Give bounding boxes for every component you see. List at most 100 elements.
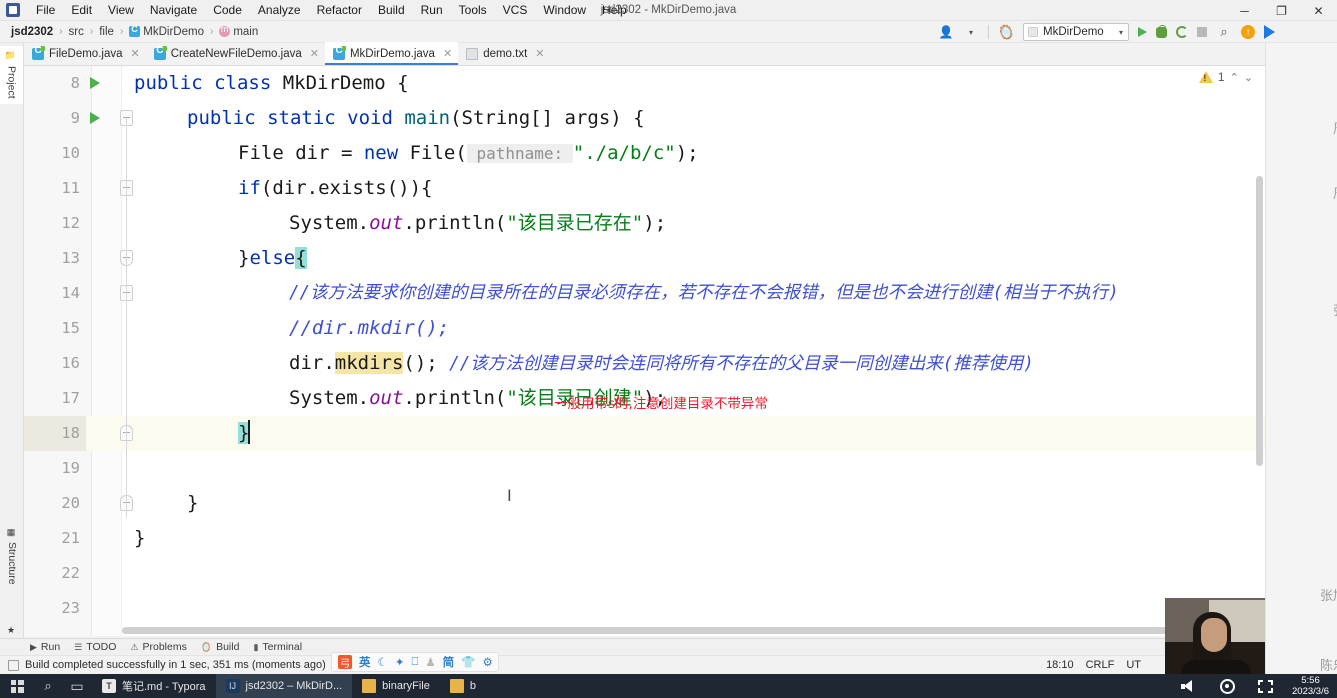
ime-mode-label[interactable]: 英	[359, 654, 371, 670]
tool-window-terminal[interactable]: ▮ Terminal	[253, 641, 302, 653]
code-line[interactable]: 20 }	[24, 486, 1265, 521]
update-project-icon[interactable]: ↑	[1241, 25, 1255, 39]
code-line[interactable]: 12 System.out.println("该目录已存在");	[24, 206, 1265, 241]
breadcrumb-item-project[interactable]: jsd2302	[8, 25, 56, 39]
menu-vcs[interactable]: VCS	[495, 1, 536, 20]
breadcrumb-item-main[interactable]: main	[216, 25, 261, 39]
breadcrumb-item-file[interactable]: file	[96, 25, 117, 39]
menu-build[interactable]: Build	[370, 1, 413, 20]
menu-edit[interactable]: Edit	[63, 1, 100, 20]
minimize-button[interactable]: ─	[1226, 0, 1263, 21]
taskbar-app-typora[interactable]: T 笔记.md - Typora	[92, 674, 216, 698]
run-gutter-icon[interactable]	[90, 112, 100, 124]
sidebar-item-structure[interactable]: ▦ Structure	[0, 523, 24, 590]
tab-createnewfiledemo[interactable]: CreateNewFileDemo.java ✕	[146, 42, 325, 65]
chevron-down-icon[interactable]: ⌄	[1244, 71, 1253, 84]
windows-start-icon[interactable]	[0, 680, 34, 693]
encoding-label[interactable]: UT	[1126, 659, 1141, 671]
menu-analyze[interactable]: Analyze	[250, 1, 309, 20]
code-line[interactable]: 8 public class MkDirDemo {	[24, 66, 1265, 101]
tool-window-todo[interactable]: ☰ TODO	[74, 641, 116, 653]
search-icon[interactable]: ⌕	[1216, 24, 1232, 40]
code-line[interactable]: 21 }	[24, 521, 1265, 556]
moon-icon[interactable]: ☾	[378, 655, 388, 669]
sogou-ime-icon[interactable]: 弓	[338, 655, 352, 669]
horizontal-scrollbar[interactable]	[122, 627, 1222, 634]
close-icon[interactable]: ✕	[131, 47, 140, 60]
maximize-button[interactable]: ❐	[1263, 0, 1300, 21]
chevron-down-icon[interactable]: ▾	[963, 24, 979, 40]
breadcrumb-item-src[interactable]: src	[66, 25, 87, 39]
menu-view[interactable]: View	[100, 1, 142, 20]
search-icon[interactable]: ⌕	[34, 678, 62, 694]
run-with-coverage-icon[interactable]	[1176, 26, 1188, 38]
code-line-current[interactable]: 18 }	[24, 416, 1265, 451]
code-editor[interactable]: 8 public class MkDirDemo { 9 public stat…	[24, 66, 1265, 636]
person-icon[interactable]: ♟	[425, 655, 435, 669]
taskbar-app-b[interactable]: b	[440, 674, 486, 698]
code-line[interactable]: 16 dir.mkdirs(); //该方法创建目录时会连同将所有不存在的父目录…	[24, 346, 1265, 381]
run-configuration-selector[interactable]: MkDirDemo ▾	[1023, 23, 1129, 41]
tool-window-build[interactable]: 🪞 Build	[201, 641, 240, 653]
ide-logo-icon[interactable]	[1264, 25, 1275, 39]
code-line[interactable]: 19	[24, 451, 1265, 486]
user-avatar-icon[interactable]: 👤	[938, 24, 954, 40]
debug-icon[interactable]	[1156, 27, 1167, 38]
taskbar-app-binaryfile[interactable]: binaryFile	[352, 674, 440, 698]
structure-icon: ▦	[7, 528, 17, 538]
menu-window[interactable]: Window	[535, 1, 594, 20]
tab-filedemo[interactable]: FileDemo.java ✕	[24, 42, 146, 65]
run-gutter-icon[interactable]	[90, 77, 100, 89]
task-view-icon[interactable]: ▭	[62, 678, 92, 695]
menu-refactor[interactable]: Refactor	[309, 1, 370, 20]
sparkle-icon[interactable]: ✦	[395, 655, 405, 669]
code-line[interactable]: 13 }else{	[24, 241, 1265, 276]
event-log-icon[interactable]	[8, 660, 19, 671]
code-line[interactable]: 14 //该方法要求你创建的目录所在的目录必须存在，若不存在不会报错，但是也不会…	[24, 276, 1265, 311]
code-line[interactable]: 15 //dir.mkdir();	[24, 311, 1265, 346]
close-button[interactable]: ✕	[1300, 0, 1337, 21]
chat-participants-panel[interactable]: 佳 周佳 周佳 周 张东 周 周 吴 张旭升 陈乐瑎	[1265, 43, 1337, 698]
code-line[interactable]: 23	[24, 591, 1265, 626]
close-icon[interactable]: ✕	[443, 47, 452, 60]
build-hammer-icon[interactable]: 🪞	[996, 22, 1017, 43]
tool-window-problems[interactable]: ⚠ Problems	[130, 641, 186, 653]
code-content[interactable]: 8 public class MkDirDemo { 9 public stat…	[24, 66, 1265, 636]
code-line[interactable]: 17 System.out.println("该目录已创建"); 一般用带s的,…	[24, 381, 1265, 416]
run-icon[interactable]	[1138, 27, 1147, 37]
speaker-icon[interactable]	[1170, 680, 1208, 693]
keyboard-icon[interactable]: ⎕	[411, 656, 418, 669]
inspection-widget[interactable]: 1 ⌃ ⌄	[1199, 70, 1253, 84]
gear-icon[interactable]: ⚙	[483, 655, 493, 669]
ime-toolbar[interactable]: 弓 英 ☾ ✦ ⎕ ♟ 简 👕 ⚙	[331, 652, 499, 672]
stop-icon[interactable]	[1197, 27, 1207, 37]
breadcrumb-item-mkdirdemo[interactable]: MkDirDemo	[126, 25, 207, 39]
chevron-up-icon[interactable]: ⌃	[1230, 71, 1239, 84]
code-line[interactable]: 11 if(dir.exists()){	[24, 171, 1265, 206]
menu-navigate[interactable]: Navigate	[142, 1, 205, 20]
menu-code[interactable]: Code	[205, 1, 250, 20]
taskbar-app-intellij[interactable]: IJ jsd2302 – MkDirD...	[216, 674, 353, 698]
code-line[interactable]: 22	[24, 556, 1265, 591]
menu-help[interactable]: Help	[594, 1, 635, 20]
tab-mkdirdemo[interactable]: MkDirDemo.java ✕	[325, 42, 458, 65]
code-text: }	[134, 521, 145, 556]
close-icon[interactable]: ✕	[310, 47, 319, 60]
fullscreen-icon[interactable]	[1246, 680, 1284, 693]
vertical-scrollbar[interactable]	[1256, 176, 1263, 466]
ime-simplified-label[interactable]: 简	[443, 654, 455, 670]
sidebar-item-project[interactable]: 📁 Project	[0, 46, 24, 104]
menu-file[interactable]: File	[28, 1, 63, 20]
tab-demotxt[interactable]: demo.txt ✕	[458, 42, 550, 65]
line-separator-label[interactable]: CRLF	[1086, 659, 1115, 671]
shirt-icon[interactable]: 👕	[461, 655, 475, 669]
code-line[interactable]: 9 public static void main(String[] args)…	[24, 101, 1265, 136]
main-toolbar: 👤 ▾ 🪞 MkDirDemo ▾ ⌕ ↑	[938, 21, 1275, 43]
menu-tools[interactable]: Tools	[451, 1, 495, 20]
code-line[interactable]: 10 File dir = new File( pathname: "./a/b…	[24, 136, 1265, 171]
gear-icon[interactable]	[1208, 679, 1246, 694]
taskbar-clock[interactable]: 5:56 2023/3/6	[1284, 675, 1337, 697]
menu-run[interactable]: Run	[413, 1, 451, 20]
tool-window-run[interactable]: ▶ Run	[30, 641, 60, 653]
close-icon[interactable]: ✕	[535, 47, 544, 60]
